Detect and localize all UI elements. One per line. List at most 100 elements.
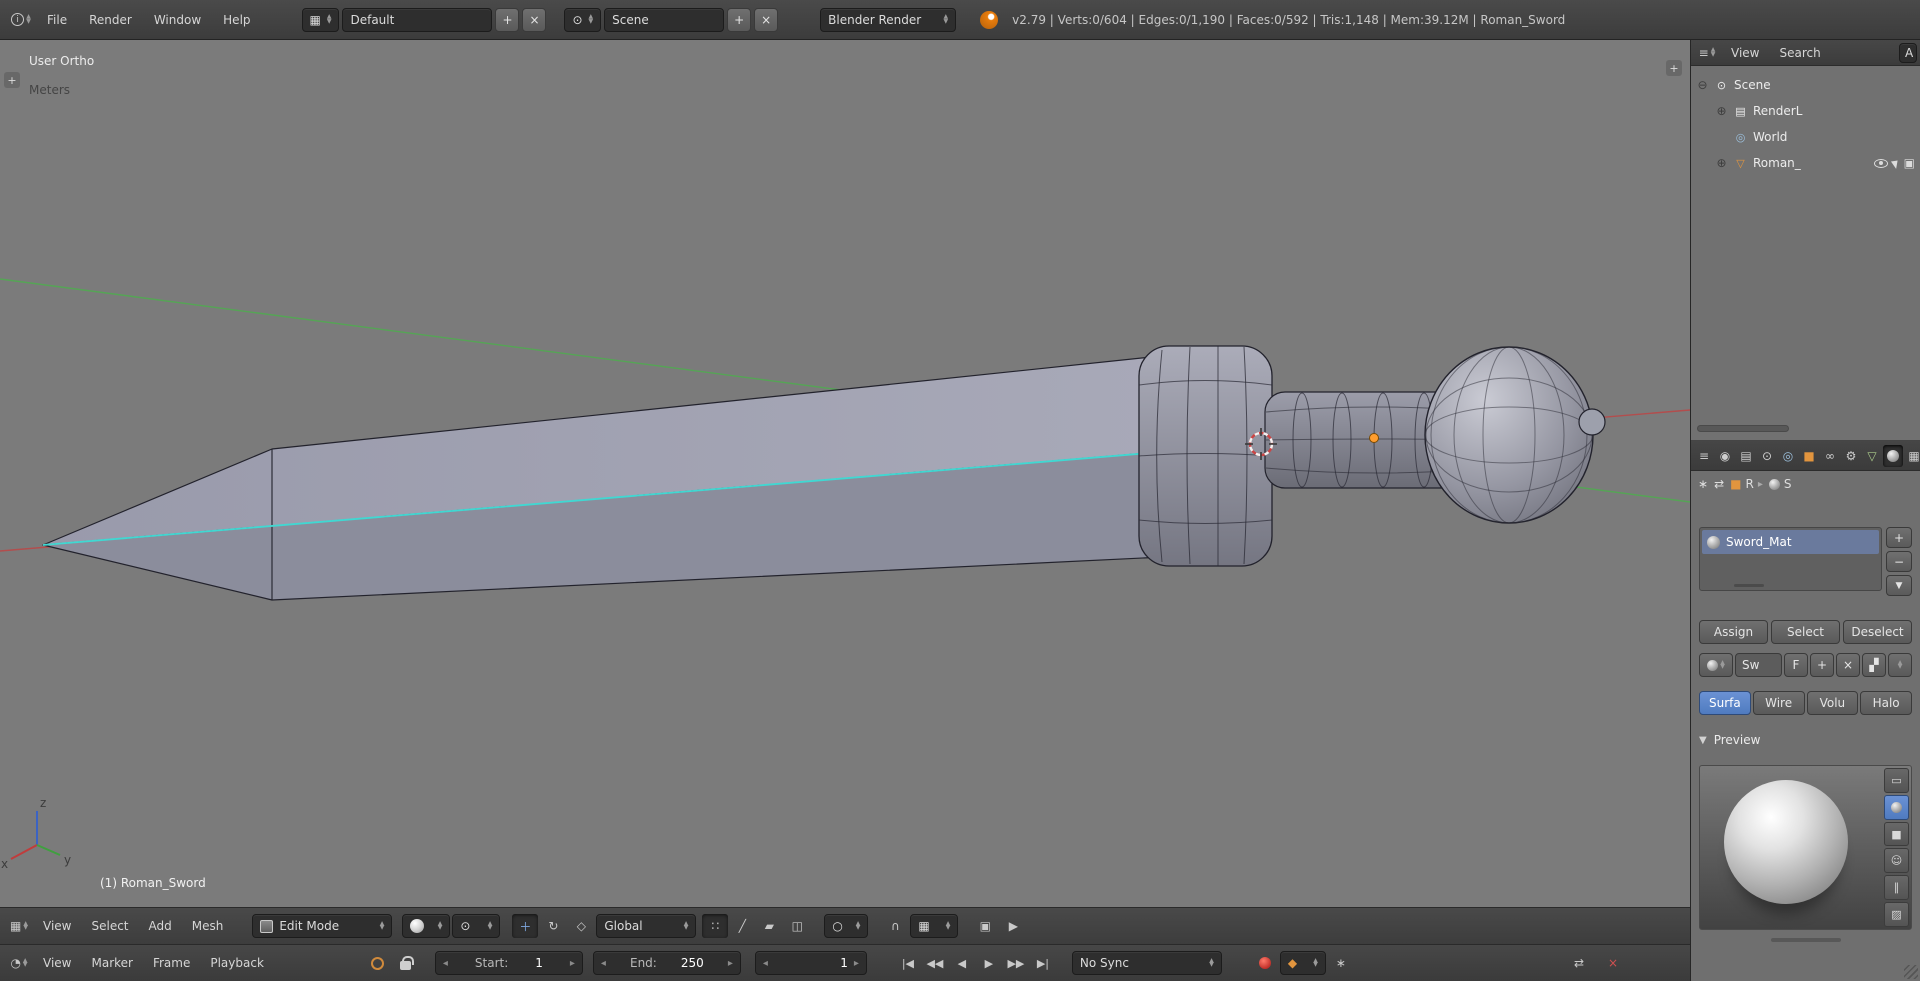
type-wire-button[interactable]: Wire <box>1752 691 1805 715</box>
menu-file[interactable]: File <box>38 10 76 30</box>
remove-material-slot-button[interactable]: − <box>1886 551 1912 572</box>
add-layout-button[interactable]: + <box>495 7 520 32</box>
nodes-toggle-button[interactable]: ▞ <box>1862 653 1886 677</box>
snap-element-dropdown[interactable]: ▦ <box>910 914 959 938</box>
screen-layout-browse-button[interactable]: ▦ <box>301 7 340 32</box>
auto-keyframe-record-button[interactable] <box>1252 951 1278 975</box>
menu-help[interactable]: Help <box>214 10 259 30</box>
outliner-item-renderlayers[interactable]: ⊕ ▤ RenderL <box>1691 98 1920 124</box>
transform-orientation-dropdown[interactable]: Global <box>596 914 697 938</box>
preview-sphere-button[interactable] <box>1884 794 1909 820</box>
decrement-arrow[interactable]: ◂ <box>601 958 606 969</box>
panel-drag-handle[interactable] <box>1770 938 1841 942</box>
material-slot-list[interactable]: Sword_Mat <box>1699 527 1882 591</box>
new-material-button[interactable]: + <box>1810 653 1834 677</box>
view3d-menu-select[interactable]: Select <box>82 916 137 936</box>
current-frame-field[interactable]: ◂ 1 ▸ <box>754 951 867 975</box>
type-halo-button[interactable]: Halo <box>1860 691 1912 715</box>
vertex-select-mode-button[interactable]: ∷ <box>702 914 729 938</box>
link-icon-button[interactable]: ⇄ <box>1566 951 1592 975</box>
jump-to-start-button[interactable]: |◀ <box>895 951 921 975</box>
timeline-menu-marker[interactable]: Marker <box>82 953 141 973</box>
breadcrumb-material[interactable]: S <box>1768 477 1791 491</box>
outliner-display-dropdown[interactable]: A <box>1899 42 1917 63</box>
collapse-icon[interactable]: ⊖ <box>1696 78 1709 92</box>
datablock-extra-button[interactable] <box>1888 653 1912 677</box>
material-slot-item[interactable]: Sword_Mat <box>1702 530 1879 554</box>
preview-monkey-button[interactable]: ☺ <box>1884 848 1909 874</box>
preview-flat-button[interactable]: ▭ <box>1884 768 1909 793</box>
rotate-manipulator-button[interactable]: ↻ <box>540 914 566 938</box>
scene-tab-icon[interactable]: ⊙ <box>1757 445 1777 467</box>
preview-hair-button[interactable]: ∥ <box>1884 875 1909 901</box>
editor-type-button-properties[interactable]: ≡ <box>1694 444 1714 468</box>
render-layers-tab-icon[interactable]: ▤ <box>1736 445 1756 467</box>
deselect-button[interactable]: Deselect <box>1843 620 1912 644</box>
material-name-field[interactable]: Sw <box>1735 653 1782 677</box>
object-tab-icon[interactable]: ■ <box>1799 445 1819 467</box>
texture-tab-icon[interactable]: ▦ <box>1904 445 1920 467</box>
unlink-material-button[interactable]: × <box>1836 653 1860 677</box>
sync-mode-dropdown[interactable]: No Sync <box>1071 951 1222 975</box>
pivot-center-dropdown[interactable]: ⊙ <box>452 914 501 938</box>
increment-arrow[interactable]: ▸ <box>854 958 859 969</box>
material-tab-icon[interactable] <box>1883 444 1903 467</box>
sword-mesh[interactable] <box>42 345 1606 601</box>
add-scene-button[interactable]: + <box>727 7 752 32</box>
viewport-3d[interactable]: z x y User Ortho Meters (1) Roman_Sword … <box>0 40 1690 907</box>
previous-keyframe-button[interactable]: ◀◀ <box>922 951 948 975</box>
timeline-menu-view[interactable]: View <box>34 953 80 973</box>
add-material-slot-button[interactable]: + <box>1886 527 1912 548</box>
data-tab-icon[interactable]: ▽ <box>1862 445 1882 467</box>
expand-icon[interactable]: ⊕ <box>1715 104 1728 118</box>
opengl-render-button[interactable]: ▣ <box>972 914 998 938</box>
visibility-eye-icon[interactable] <box>1873 158 1888 168</box>
editor-type-button-3dview[interactable]: ▦ <box>6 914 32 938</box>
view3d-menu-mesh[interactable]: Mesh <box>183 916 233 936</box>
editor-type-button-timeline[interactable]: ◔ <box>6 951 32 975</box>
type-volume-button[interactable]: Volu <box>1806 691 1859 715</box>
use-preview-range-button[interactable] <box>365 951 391 975</box>
frame-end-field[interactable]: ◂ End: 250 ▸ <box>592 951 741 975</box>
properties-region-expand-icon[interactable]: + <box>1666 60 1682 76</box>
snap-toggle-button[interactable]: ∩ <box>882 914 908 938</box>
outliner-item-world[interactable]: ◎ World <box>1691 124 1920 150</box>
list-resize-grip[interactable] <box>1734 584 1764 587</box>
limit-selection-visible-button[interactable]: ◫ <box>784 914 810 938</box>
screen-layout-field[interactable]: Default <box>342 7 493 32</box>
expand-icon[interactable]: ⊕ <box>1715 156 1728 170</box>
constraints-tab-icon[interactable]: ∞ <box>1820 445 1840 467</box>
breadcrumb-object[interactable]: ■ R ▸ <box>1730 477 1763 491</box>
editor-type-button-info[interactable]: i <box>8 8 34 32</box>
world-tab-icon[interactable]: ◎ <box>1778 445 1798 467</box>
translate-manipulator-button[interactable]: ＋ <box>512 914 539 938</box>
keying-set-dropdown[interactable]: ◆ <box>1279 951 1326 975</box>
delete-keyframe-button[interactable]: × <box>1600 951 1626 975</box>
outliner-menu-search[interactable]: Search <box>1770 43 1829 63</box>
outliner-horizontal-scrollbar[interactable] <box>1697 425 1789 432</box>
browse-material-button[interactable] <box>1699 653 1733 677</box>
increment-arrow[interactable]: ▸ <box>570 958 575 969</box>
jump-to-end-button[interactable]: ▶| <box>1030 951 1056 975</box>
insert-keyframe-button[interactable]: ∗ <box>1328 951 1354 975</box>
editor-type-button-outliner[interactable]: ≡ <box>1694 41 1720 65</box>
toolshelf-expand-icon[interactable]: + <box>4 72 20 88</box>
mode-dropdown[interactable]: Edit Mode <box>252 914 393 938</box>
outliner-item-scene[interactable]: ⊖ ⊙ Scene <box>1691 72 1920 98</box>
scale-manipulator-button[interactable]: ◇ <box>568 914 594 938</box>
preview-panel-header[interactable]: ▼ Preview <box>1699 733 1912 747</box>
scene-field[interactable]: Scene <box>604 7 725 32</box>
fake-user-button[interactable]: F <box>1784 653 1808 677</box>
window-resize-grip[interactable] <box>1904 965 1918 979</box>
renderability-camera-icon[interactable]: ▣ <box>1904 156 1915 170</box>
lock-time-cursor-button[interactable] <box>393 951 419 975</box>
viewport-shading-dropdown[interactable] <box>402 914 451 938</box>
decrement-arrow[interactable]: ◂ <box>443 958 448 969</box>
outliner-item-roman-sword[interactable]: ⊕ ▽ Roman_ ▣ <box>1691 150 1920 176</box>
next-keyframe-button[interactable]: ▶▶ <box>1003 951 1029 975</box>
edge-select-mode-button[interactable]: ╱ <box>729 914 755 938</box>
timeline-menu-playback[interactable]: Playback <box>201 953 273 973</box>
modifiers-tab-icon[interactable]: ⚙ <box>1841 445 1861 467</box>
selectability-cursor-icon[interactable] <box>1890 157 1901 169</box>
preview-sky-button[interactable]: ▨ <box>1884 902 1909 927</box>
